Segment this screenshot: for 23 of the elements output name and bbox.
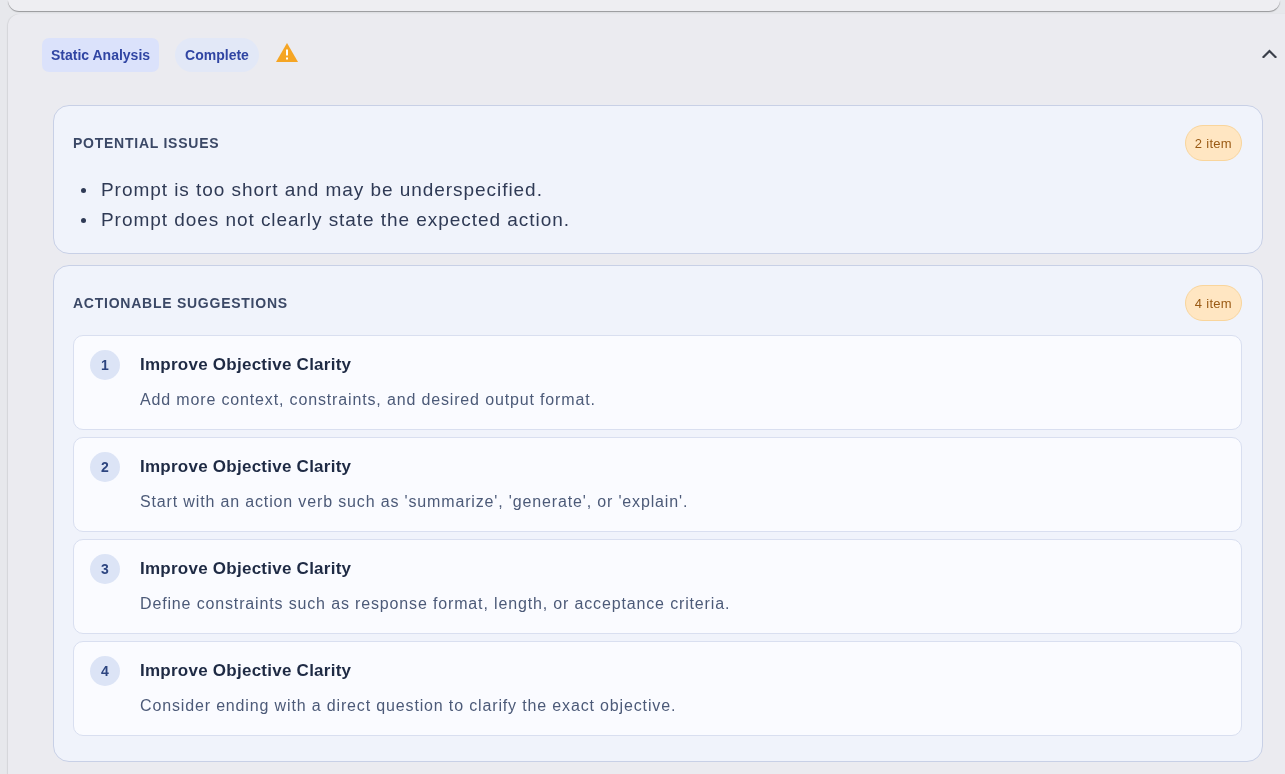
suggestion-title: Improve Objective Clarity xyxy=(140,660,353,682)
step-number: 4 xyxy=(90,656,120,686)
issue-text: Prompt does not clearly state the expected action. xyxy=(101,209,570,231)
count-badge: 4 item xyxy=(1184,285,1242,321)
suggestion-text: Start with an action verb such as 'summarize', 'generate', or 'explain'. xyxy=(140,492,689,512)
suggestion-text: Consider ending with a direct question to clarify the exact objective. xyxy=(140,696,677,716)
bullet-icon xyxy=(81,187,86,193)
category-tag: Static Analysis xyxy=(42,38,160,72)
suggestion-title: Improve Objective Clarity xyxy=(140,456,353,478)
status-tag: Complete xyxy=(175,38,259,72)
suggestion-title: Improve Objective Clarity xyxy=(140,354,353,376)
section-title: ACTIONABLE SUGGESTIONS xyxy=(73,295,288,311)
suggestion-title: Improve Objective Clarity xyxy=(140,558,353,580)
step-number: 2 xyxy=(90,452,120,482)
count-badge: 2 item xyxy=(1184,125,1242,161)
suggestion-text: Add more context, constraints, and desired output format. xyxy=(140,390,596,410)
suggestion-text: Define constraints such as response format, length, or acceptance criteria. xyxy=(140,594,731,614)
chevron-up-icon[interactable] xyxy=(1262,48,1277,58)
step-number: 1 xyxy=(90,350,120,380)
issue-text: Prompt is too short and may be underspecified. xyxy=(101,179,543,201)
bullet-icon xyxy=(81,217,86,223)
step-number: 3 xyxy=(90,554,120,584)
section-title: POTENTIAL ISSUES xyxy=(73,135,220,151)
